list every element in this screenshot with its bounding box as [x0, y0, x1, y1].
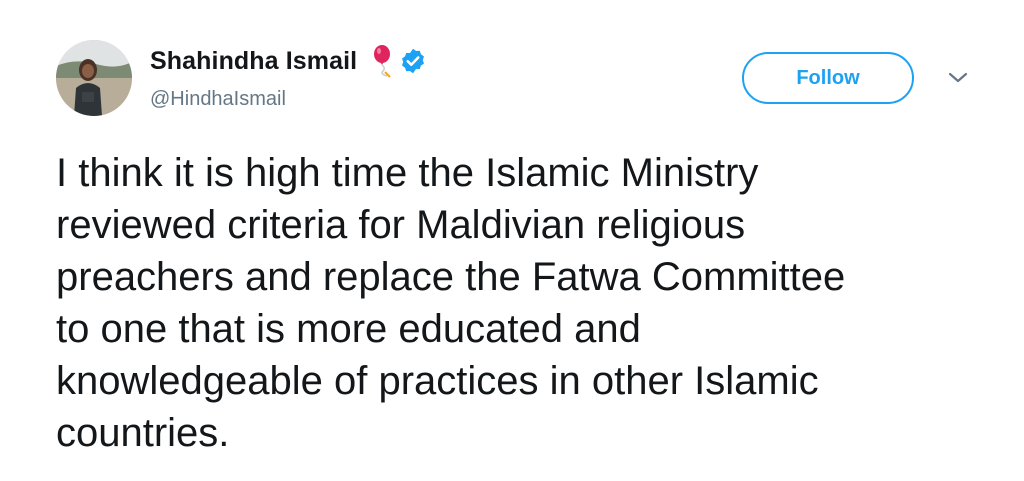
tweet-text: I think it is high time the Islamic Mini… [56, 151, 846, 455]
author-name-row: Shahindha Ismail [150, 44, 427, 78]
avatar[interactable] [56, 40, 132, 116]
avatar-photo [56, 40, 132, 116]
display-name[interactable]: Shahindha Ismail [150, 47, 357, 76]
author-handle[interactable]: @HindhaIsmail [150, 88, 286, 111]
tweet-card: Shahindha Ismail @HindhaIsmail Follow I … [0, 0, 1024, 481]
balloon-icon [371, 44, 397, 78]
chevron-down-icon[interactable] [946, 70, 970, 86]
follow-button[interactable]: Follow [742, 52, 914, 104]
verified-badge-icon [399, 47, 427, 75]
